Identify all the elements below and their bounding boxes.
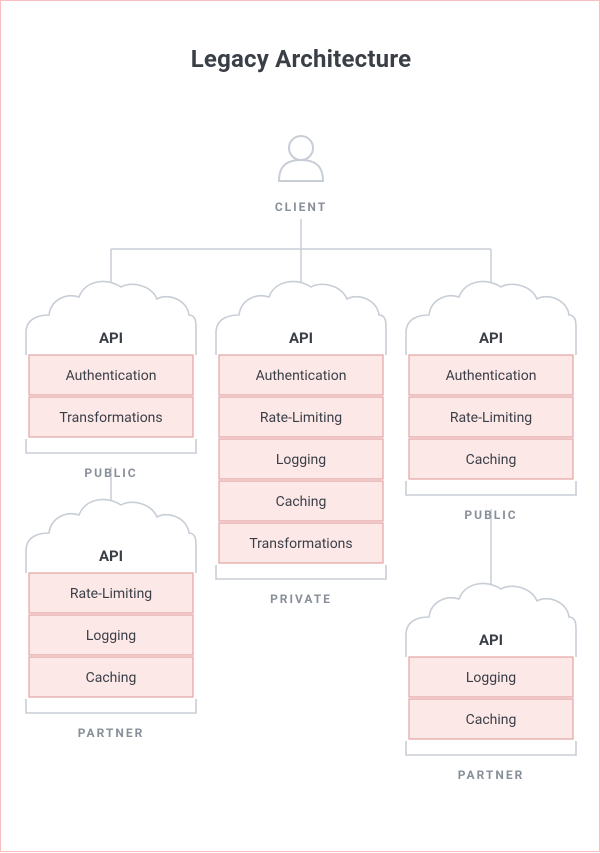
diagram-frame: Legacy Architecture CLIENT API [0,0,600,852]
cell-label: Caching [466,452,517,468]
cell-label: Caching [276,494,327,510]
cell-label: Authentication [256,368,347,384]
group-label-private: PRIVATE [270,592,332,606]
api-label: API [479,631,503,649]
diagram-title: Legacy Architecture [191,45,412,73]
group-label-public: PUBLIC [464,508,517,522]
cell-label: Logging [276,452,326,468]
client-label: CLIENT [275,200,327,214]
cell-label: Logging [466,670,516,686]
api-label: API [289,329,313,347]
api-box-public-right: API Authentication Rate-Limiting Caching… [406,282,576,522]
api-label: API [99,547,123,565]
group-label-partner: PARTNER [458,768,525,782]
cell-label: Transformations [59,410,162,426]
api-box-partner-right: API Logging Caching PARTNER [406,584,576,782]
api-box-private: API Authentication Rate-Limiting Logging… [216,282,386,606]
api-label: API [479,329,503,347]
group-label-partner: PARTNER [78,726,145,740]
cell-label: Rate-Limiting [450,410,532,426]
cell-label: Transformations [249,536,352,552]
cell-label: Logging [86,628,136,644]
api-box-partner-left: API Rate-Limiting Logging Caching PARTNE… [26,500,196,740]
cell-label: Rate-Limiting [260,410,342,426]
cell-label: Caching [466,712,517,728]
cell-label: Authentication [66,368,157,384]
diagram-svg: Legacy Architecture CLIENT API [1,1,600,853]
group-label-public: PUBLIC [84,466,137,480]
api-label: API [99,329,123,347]
api-box-public-left: API Authentication Transformations PUBLI… [26,282,196,480]
user-icon [279,136,323,181]
cell-label: Caching [86,670,137,686]
cell-label: Authentication [446,368,537,384]
cell-label: Rate-Limiting [70,586,152,602]
